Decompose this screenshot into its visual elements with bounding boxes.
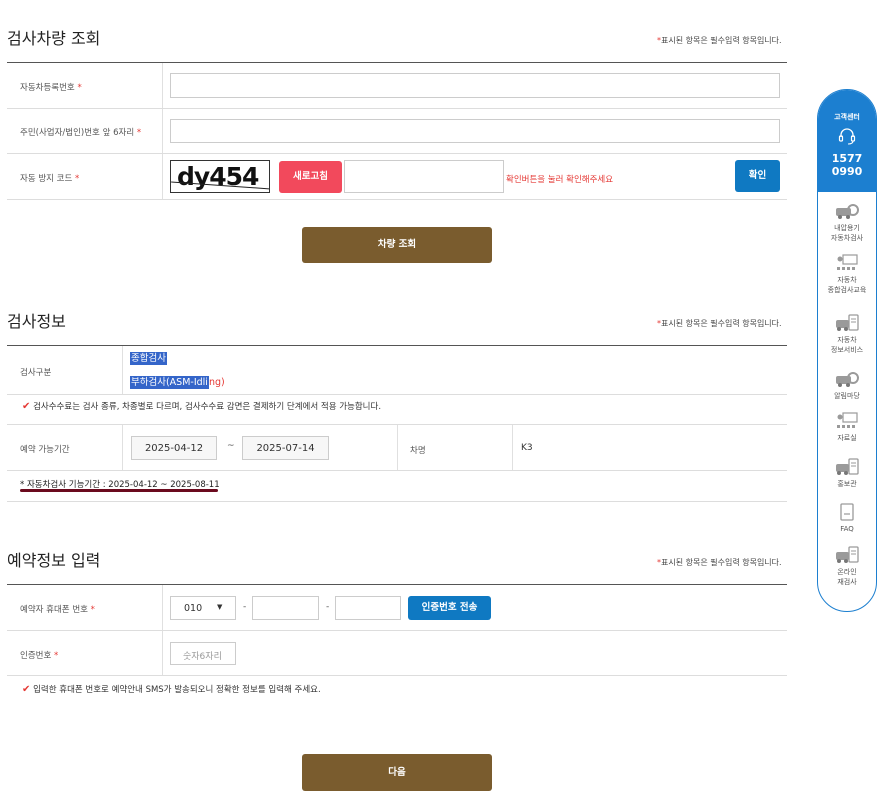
section-title-reservation-input: 예약정보 입력 <box>7 551 101 570</box>
underline-mark <box>20 489 218 492</box>
faq-icon <box>840 503 854 521</box>
id-number-input[interactable] <box>170 119 780 143</box>
section-title-inspection-info: 검사정보 <box>7 312 66 331</box>
check-icon: ✔ <box>22 401 31 412</box>
captcha-input[interactable] <box>344 160 504 193</box>
sidebar-item-info-service[interactable]: 자동차 정보서비스 <box>818 314 876 355</box>
table-divider <box>122 425 123 470</box>
next-button[interactable]: 다음 <box>302 754 492 791</box>
auth-code-label: 인증번호 * <box>20 651 59 661</box>
promotion-icon <box>836 458 859 475</box>
inspection-type-label: 검사구분 <box>20 368 52 378</box>
info-service-icon <box>836 314 859 331</box>
section-bottom-border <box>7 501 787 502</box>
row-divider <box>7 394 787 395</box>
required-note: *표시된 항목은 필수입력 항목입니다. <box>657 558 782 567</box>
period-label: 예약 가능기간 <box>20 445 70 455</box>
auth-code-input[interactable]: 숫자6자리 <box>170 642 236 665</box>
sms-notice: ✔ 입력한 휴대폰 번호로 예약안내 SMS가 발송되오니 정확한 정보를 입력… <box>22 684 321 695</box>
sidebar-item-pressure-vessel[interactable]: 내압용기 자동차검사 <box>818 202 876 243</box>
phone-dash: - <box>326 602 330 612</box>
customer-center-sidebar: 고객센터 1577 0990 내압용기 자동차검사 자동차 종합검사교육 자동차 정보… <box>817 89 877 612</box>
table-top-border <box>7 62 787 63</box>
education-icon <box>837 254 858 270</box>
date-to-field[interactable]: 2025-07-14 <box>242 436 329 460</box>
phone-last-input[interactable] <box>335 596 401 620</box>
captcha-refresh-button[interactable]: 새로고침 <box>279 161 342 193</box>
vehicle-search-button[interactable]: 차량 조회 <box>302 227 492 263</box>
table-bottom-border <box>7 199 787 200</box>
required-note: *표시된 항목은 필수입력 항목입니다. <box>657 319 782 328</box>
captcha-confirm-button[interactable]: 확인 <box>735 160 780 192</box>
phone-prefix-select[interactable]: 010 ▼ <box>170 596 236 620</box>
table-divider <box>122 346 123 394</box>
send-auth-code-button[interactable]: 인증번호 전송 <box>408 596 491 620</box>
row-divider <box>7 470 787 471</box>
sidebar-item-online-reinspection[interactable]: 온라인 재검사 <box>818 546 876 587</box>
sidebar-item-promotion[interactable]: 홍보관 <box>818 458 876 489</box>
table-top-border <box>7 345 787 346</box>
sidebar-item-notice[interactable]: 알림마당 <box>818 370 876 401</box>
required-note: *표시된 항목은 필수입력 항목입니다. <box>657 36 782 45</box>
captcha-image: dy454 <box>170 160 270 193</box>
date-from-field[interactable]: 2025-04-12 <box>131 436 217 460</box>
captcha-hint: 확인버튼을 눌러 확인해주세요 <box>506 175 614 185</box>
row-divider <box>7 630 787 631</box>
table-divider <box>397 425 398 470</box>
reg-no-label: 자동차등록번호 * <box>20 83 82 93</box>
sidebar-item-education[interactable]: 자동차 종합검사교육 <box>818 254 876 295</box>
caret-down-icon: ▼ <box>217 603 223 611</box>
car-name-label: 차명 <box>410 446 426 456</box>
phone-middle-input[interactable] <box>252 596 319 620</box>
customer-center-header[interactable]: 고객센터 1577 0990 <box>818 90 876 192</box>
archive-icon <box>837 412 858 428</box>
phone-dash: - <box>243 602 247 612</box>
section-title-vehicle-search: 검사차량 조회 <box>7 29 101 48</box>
sidebar-item-faq[interactable]: FAQ <box>818 503 876 534</box>
table-divider <box>512 425 513 470</box>
reg-no-input[interactable] <box>170 73 780 98</box>
phone-label: 예약자 휴대폰 번호 * <box>20 605 95 615</box>
online-reinspection-icon <box>836 546 859 563</box>
car-inspection-icon <box>836 204 859 219</box>
inspection-type-option-load[interactable]: 부하검사(ASM-Idling) <box>130 374 225 389</box>
notice-icon <box>836 372 859 387</box>
row-divider <box>7 108 787 109</box>
id-number-label: 주민(사업자/법인)번호 앞 6자리 * <box>20 128 142 138</box>
headset-icon <box>838 128 856 145</box>
sidebar-item-archive[interactable]: 자료실 <box>818 412 876 443</box>
table-top-border <box>7 584 787 585</box>
inspection-type-option-comprehensive[interactable]: 종합검사 <box>130 350 167 365</box>
row-divider <box>7 153 787 154</box>
car-name-value: K3 <box>521 443 533 453</box>
table-divider <box>162 63 163 200</box>
captcha-label: 자동 방지 코드 * <box>20 174 80 184</box>
row-divider <box>7 675 787 676</box>
fee-notice: ✔ 검사수수료는 검사 종류, 차종별로 다르며, 검사수수료 감면은 결제하기… <box>22 401 382 412</box>
date-separator: ~ <box>227 441 235 451</box>
check-icon: ✔ <box>22 684 31 695</box>
